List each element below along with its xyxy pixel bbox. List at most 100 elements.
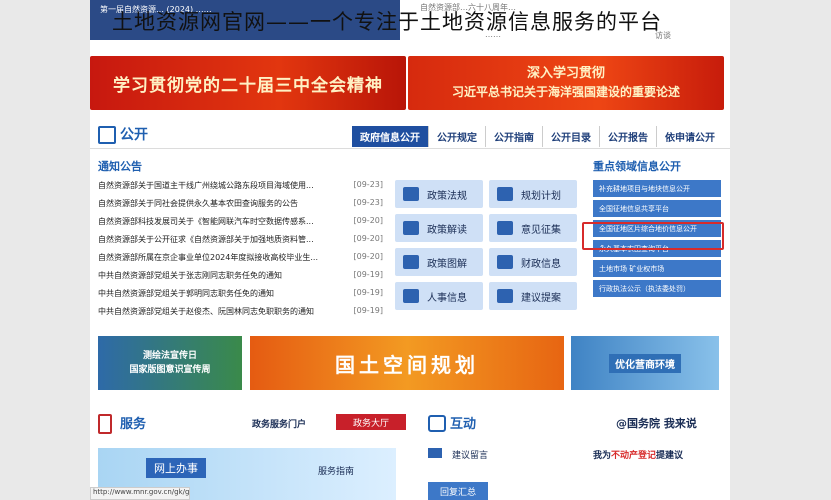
focus-item[interactable]: 土地市场 矿业权市场 [593,260,721,277]
promo-1-line2: 国家版图意识宣传周 [129,365,211,375]
service-title: 服务 [120,417,147,432]
person-icon [403,289,419,303]
monitor-icon [98,126,116,144]
tab-rules[interactable]: 公开规定 [428,126,485,147]
banner-right-line1: 深入学习贯彻 [526,66,605,81]
quick-link-label: 意见征集 [521,224,561,236]
list-item[interactable]: 中共自然资源部党组关于赵俊杰、阮国林同志免职职务的通知 [09-19] [98,306,383,324]
focus-item[interactable]: 补充耕地项目与地块信息公开 [593,180,721,197]
promo-2-label: 国土空间规划 [335,352,479,377]
tab-catalog[interactable]: 公开目录 [542,126,599,147]
policy-graphic-button[interactable]: 政策图解 [395,248,483,276]
service-header: 服务 政务服务门户 政务大厅 [98,412,406,434]
gavel-icon [403,187,419,201]
list-item[interactable]: 自然资源部关于国道主干线广州绕城公路东段项目海域使用... [09-23] [98,180,383,198]
notice-date: [09-19] [353,270,384,279]
suggest-link[interactable]: 我为不动产登记提建议 [593,448,683,461]
service-portal-link[interactable]: 政务服务门户 [252,417,306,430]
list-item[interactable]: 中共自然资源部党组关于郭明同志职务任免的通知 [09-19] [98,288,383,306]
proposal-button[interactable]: 建议提案 [489,282,577,310]
list-item[interactable]: 自然资源部所属在京企事业单位2024年度拟接收高校毕业生... [09-20] [98,252,383,270]
opinion-collection-button[interactable]: 意见征集 [489,214,577,242]
notice-text: 自然资源部关于国道主干线广州绕城公路东段项目海域使用... [98,181,314,190]
chat-bubble-icon [428,415,446,432]
banner-third-plenum[interactable]: 学习贯彻党的二十届三中全会精神 [90,56,406,110]
reply-label: 回复汇总 [439,487,476,498]
quick-link-grid: 政策法规 规划计划 政策解读 意见征集 政策图解 财政信息 人事信息 建议提案 [395,180,577,310]
notice-date: [09-20] [353,252,384,261]
promo-business-env[interactable]: 优化营商环境 [571,336,719,390]
quick-link-label: 政策法规 [427,190,467,202]
service-hall-label: 政务大厅 [352,418,389,429]
tab-gov-info[interactable]: 政府信息公开 [352,126,428,147]
open-tabbar: 政府信息公开 公开规定 公开指南 公开目录 公开报告 依申请公开 [352,126,723,147]
notice-text: 自然资源部关于同社会提供永久基本农田查询服务的公告 [98,199,298,208]
quick-link-label: 规划计划 [521,190,561,202]
quick-link-label: 政策解读 [427,224,467,236]
notice-text: 中共自然资源部党组关于赵俊杰、阮国林同志免职职务的通知 [98,307,314,316]
online-service-label: 网上办事 [146,458,206,478]
overlay-caption: 土地资源网官网——一个专注于土地资源信息服务的平台 [112,10,662,34]
focus-item[interactable]: 行政执法公示（执法委处罚） [593,280,721,297]
policy-interpretation-button[interactable]: 政策解读 [395,214,483,242]
mail-icon [428,448,442,458]
notice-date: [09-19] [353,288,384,297]
plan-button[interactable]: 规划计划 [489,180,577,208]
notice-date: [09-23] [353,198,384,207]
banner-ocean-power[interactable]: 深入学习贯彻 习近平总书记关于海洋强国建设的重要论述 [408,56,724,110]
book-icon [403,255,419,269]
status-url: http://www.mnr.gov.cn/gk/ghjh/ [90,487,190,500]
personnel-info-button[interactable]: 人事信息 [395,282,483,310]
edit-icon [497,221,513,235]
notice-text: 自然资源部关于公开征求《自然资源部关于加强地质资料管... [98,235,314,244]
money-icon [497,255,513,269]
quick-link-label: 建议提案 [521,292,561,304]
list-item[interactable]: 自然资源部科技发展司关于《智能网联汽车时空数据传感系... [09-20] [98,216,383,234]
notice-title: 通知公告 [98,160,142,173]
notice-list: 自然资源部关于国道主干线广州绕城公路东段项目海域使用... [09-23] 自然资… [98,180,383,324]
promo-spatial-planning[interactable]: 国土空间规划 [250,336,564,390]
message-link[interactable]: 建议留言 [452,448,488,461]
document-icon [403,221,419,235]
phone-icon [98,414,112,434]
suggest-highlight: 不动产登记 [611,451,657,461]
service-guide-link[interactable]: 服务指南 [318,464,354,477]
focus-item[interactable]: 全国征地信息共享平台 [593,200,721,217]
policy-law-button[interactable]: 政策法规 [395,180,483,208]
focus-title: 重点领域信息公开 [593,160,681,173]
quick-link-label: 财政信息 [521,258,561,270]
service-hall-button[interactable]: 政务大厅 [336,414,406,430]
banner-right-line2: 习近平总书记关于海洋强国建设的重要论述 [451,85,680,99]
notice-text: 自然资源部科技发展司关于《智能网联汽车时空数据传感系... [98,217,314,226]
notice-date: [09-20] [353,234,384,243]
calendar-icon [497,187,513,201]
suggest-prefix: 我为 [593,451,612,461]
notice-text: 中共自然资源部党组关于郭明同志职务任免的通知 [98,289,274,298]
quick-link-label: 人事信息 [427,292,467,304]
chat-icon [497,289,513,303]
notice-date: [09-23] [353,180,384,189]
state-council-link[interactable]: @国务院 我来说 [616,415,697,431]
notice-date: [09-20] [353,216,384,225]
tab-apply[interactable]: 依申请公开 [656,126,723,147]
message-row: 建议留言 我为不动产登记提建议 [428,446,724,464]
tab-report[interactable]: 公开报告 [599,126,656,147]
promo-1-line1: 测绘法宣传日 [142,351,197,361]
reply-summary-button[interactable]: 回复汇总 [428,482,488,500]
open-section-header: 公开 政府信息公开 公开规定 公开指南 公开目录 公开报告 依申请公开 [90,122,730,149]
finance-info-button[interactable]: 财政信息 [489,248,577,276]
promo-surveying-day[interactable]: 测绘法宣传日 国家版图意识宣传周 [98,336,242,390]
notice-date: [09-19] [353,306,384,315]
notice-text: 中共自然资源部党组关于张志刚同志职务任免的通知 [98,271,282,280]
open-section-title: 公开 [120,127,148,143]
quick-link-label: 政策图解 [427,258,467,270]
tab-guide[interactable]: 公开指南 [485,126,542,147]
list-item[interactable]: 自然资源部关于同社会提供永久基本农田查询服务的公告 [09-23] [98,198,383,216]
list-item[interactable]: 中共自然资源部党组关于张志刚同志职务任免的通知 [09-19] [98,270,383,288]
promo-3-label: 优化营商环境 [609,353,681,373]
interaction-header: 互动 @国务院 我来说 [428,412,724,434]
list-item[interactable]: 自然资源部关于公开征求《自然资源部关于加强地质资料管... [09-20] [98,234,383,252]
suggest-suffix: 提建议 [656,451,684,461]
banner-left-text: 学习贯彻党的二十届三中全会精神 [113,75,383,96]
notice-text: 自然资源部所属在京企事业单位2024年度拟接收高校毕业生... [98,253,318,262]
